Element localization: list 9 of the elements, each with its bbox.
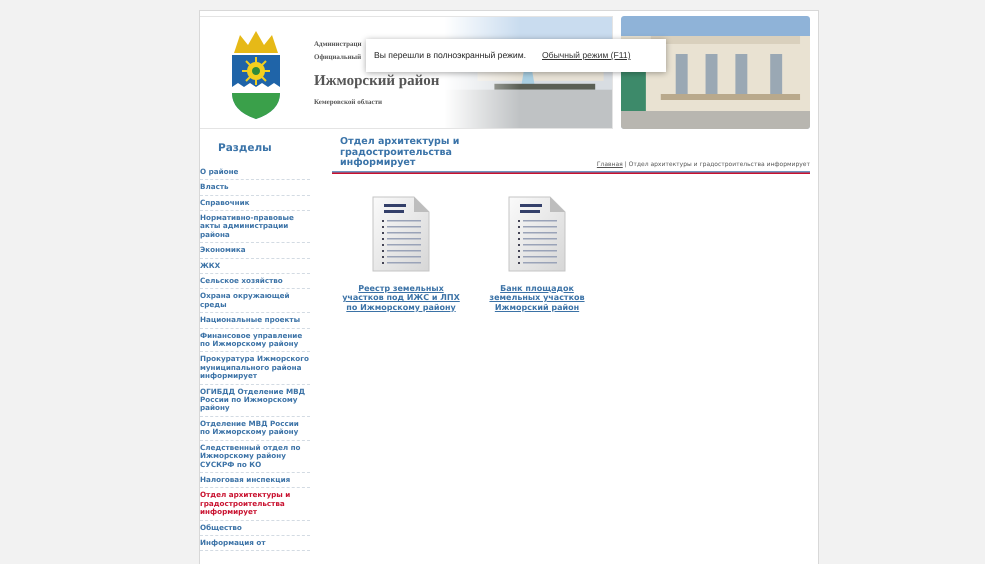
exit-fullscreen-link[interactable]: Обычный режим (F11) [542,49,631,62]
site-title: Ижморский район [314,72,440,91]
document-link[interactable]: Банк площадок земельных участков Ижморский район [474,284,600,312]
document-icon [506,194,568,274]
sidebar-title: Разделы [217,141,273,156]
page-title: Отдел архитектуры и градостроительства информирует [340,137,460,168]
document-icon [370,194,432,274]
notice-message: Вы перешли в полноэкранный режим. [374,49,526,62]
document-link[interactable]: Реестр земельных участков под ИЖС и ЛПХ по Ижморскому району [338,284,464,312]
